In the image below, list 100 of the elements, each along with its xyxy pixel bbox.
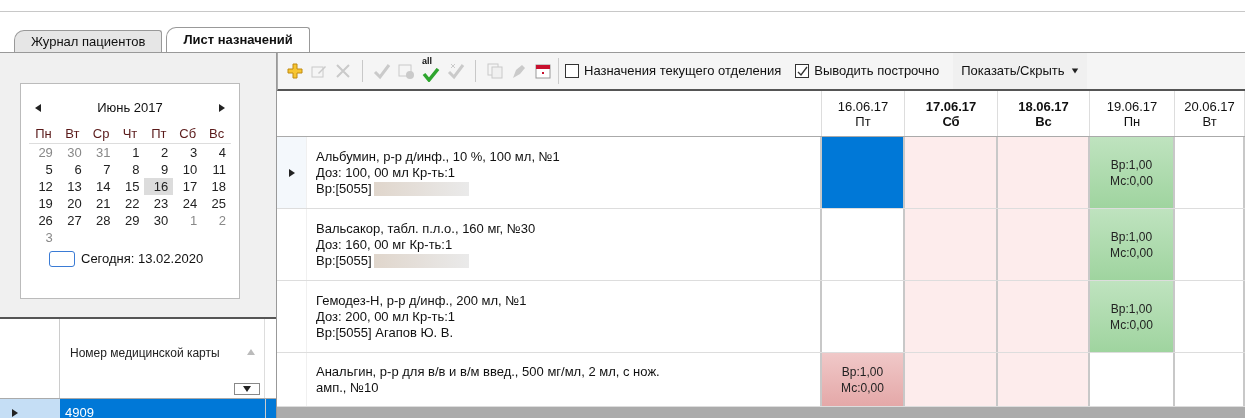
date-column-header[interactable]: 17.06.17 Сб xyxy=(905,91,998,136)
tab[interactable]: Лист назначений xyxy=(166,27,310,52)
caret-icon xyxy=(1070,67,1079,75)
schedule-cell[interactable] xyxy=(998,281,1090,352)
calendar-day[interactable]: 2 xyxy=(202,212,231,229)
prescription-text: Вр:[5055] Агапов Ю. В. xyxy=(316,324,454,341)
calendar-day[interactable]: 29 xyxy=(29,144,58,161)
calendar-day[interactable]: 10 xyxy=(173,161,203,178)
table-cell[interactable]: 4909 xyxy=(60,399,265,418)
calendar-day[interactable]: 21 xyxy=(86,195,116,212)
schedule-cell[interactable] xyxy=(998,209,1090,280)
weekday-label: Сб xyxy=(178,124,198,143)
calendar-day[interactable]: 14 xyxy=(86,178,116,195)
date-column-header[interactable]: 19.06.17 Пн xyxy=(1090,91,1175,136)
previous-month-icon xyxy=(33,102,43,113)
calendar-day[interactable]: 1 xyxy=(115,144,145,161)
current-row-icon xyxy=(286,167,297,178)
calendar-day[interactable]: 26 xyxy=(29,212,58,229)
calendar-day[interactable]: 17 xyxy=(173,178,203,195)
dose-text: Мс:0,00 xyxy=(1110,316,1153,333)
prescription-text: Вр:[5055] xyxy=(316,252,372,269)
weekday-label: Чт xyxy=(121,124,139,143)
show-hide-dropdown[interactable]: Показать/Скрыть xyxy=(953,53,1087,89)
calendar-day[interactable]: 16 xyxy=(144,178,174,195)
schedule-cell[interactable] xyxy=(905,209,998,280)
weekday-label: Ср xyxy=(91,124,111,143)
date-column-header[interactable]: 18.06.17 Вс xyxy=(998,91,1090,136)
calendar-day[interactable]: 1 xyxy=(173,212,203,229)
dose-text: Мс:0,00 xyxy=(1110,244,1153,261)
schedule-cell[interactable] xyxy=(998,137,1090,208)
date-column-header[interactable]: 16.06.17 Пт xyxy=(822,91,905,136)
sort-icon xyxy=(246,347,256,357)
calendar-day[interactable]: 24 xyxy=(173,195,203,212)
calendar-day[interactable]: 3 xyxy=(173,144,203,161)
calendar-day[interactable]: 20 xyxy=(57,195,87,212)
calendar-day[interactable]: 27 xyxy=(57,212,87,229)
weekday-label: Пт xyxy=(150,124,168,143)
column-header[interactable]: Номер медицинской карты xyxy=(70,345,234,361)
calendar-day[interactable]: 22 xyxy=(115,195,145,212)
calendar-day[interactable]: 25 xyxy=(202,195,231,212)
calendar-day[interactable]: 4 xyxy=(202,144,231,161)
calendar-day[interactable]: 3 xyxy=(29,229,58,246)
schedule-cell[interactable]: Вр:1,00 Мс:0,00 xyxy=(1090,209,1175,280)
schedule-cell[interactable] xyxy=(905,137,998,208)
calendar-day[interactable]: 12 xyxy=(29,178,58,195)
tab[interactable]: Журнал пациентов xyxy=(14,30,163,52)
weekday-label: Вт xyxy=(64,124,81,143)
calendar-day[interactable]: 19 xyxy=(29,195,58,212)
calendar-day[interactable]: 6 xyxy=(57,161,87,178)
schedule-cell[interactable]: Вр:1,00 Мс:0,00 xyxy=(1090,281,1175,352)
dose-text: Вр:1,00 xyxy=(841,363,884,380)
filter-dropdown-button[interactable] xyxy=(234,383,260,395)
calendar-day[interactable]: 5 xyxy=(29,161,58,178)
weekday-label: Пн xyxy=(34,124,53,143)
schedule-cell[interactable]: Вр:1,00 Мс:0,00 xyxy=(1090,137,1175,208)
schedule-cell[interactable] xyxy=(905,281,998,352)
weekday-label: Вс xyxy=(208,124,226,143)
prescription-text: Вальсакор, табл. п.л.о., 160 мг, №30 xyxy=(316,220,536,237)
calendar-day[interactable]: 18 xyxy=(202,178,231,195)
checkbox-label[interactable]: Назначения текущего отделения xyxy=(584,61,782,81)
calendar-day[interactable]: 31 xyxy=(86,144,116,161)
calendar-day[interactable]: 30 xyxy=(57,144,87,161)
current-row-icon xyxy=(10,408,20,418)
prescription-text: Доз: 160, 00 мг Кр-ть:1 xyxy=(316,236,453,253)
dose-text: Вр:1,00 xyxy=(1110,300,1153,317)
dose-text: Мс:0,00 xyxy=(841,379,884,396)
calendar-day[interactable]: 7 xyxy=(86,161,116,178)
dose-text: Мс:0,00 xyxy=(1110,172,1153,189)
prescription-text: Анальгин, р-р для в/в и в/м введ., 500 мг/мл, 2 мл, с нож. xyxy=(316,363,660,380)
next-month-icon xyxy=(217,102,227,113)
calendar-icon[interactable] xyxy=(534,62,552,80)
today-marker-icon xyxy=(49,250,75,267)
calendar-day[interactable]: 2 xyxy=(144,144,174,161)
checkbox[interactable] xyxy=(565,64,579,78)
prescription-text: Вр:[5055] xyxy=(316,180,372,197)
calendar-day[interactable]: 30 xyxy=(144,212,174,229)
month-title: Июнь 2017 xyxy=(97,99,163,117)
calendar-day[interactable]: 9 xyxy=(144,161,174,178)
checkbox[interactable] xyxy=(795,64,810,78)
calendar-day[interactable]: 11 xyxy=(202,161,231,178)
dose-text: Вр:1,00 xyxy=(1110,156,1153,173)
caret-icon xyxy=(242,384,252,394)
schedule-cell[interactable] xyxy=(905,353,998,406)
prescription-text: Альбумин, р-р д/инф., 10 %, 100 мл, №1 xyxy=(316,148,560,165)
checkbox-label[interactable]: Выводить построчно xyxy=(814,61,940,81)
schedule-cell[interactable] xyxy=(822,137,905,208)
calendar-day[interactable]: 8 xyxy=(115,161,145,178)
calendar-day[interactable]: 29 xyxy=(115,212,145,229)
calendar-day[interactable]: 23 xyxy=(144,195,174,212)
date-column-header[interactable]: 20.06.17 Вт xyxy=(1175,91,1245,136)
schedule-cell[interactable]: Вр:1,00 Мс:0,00 xyxy=(822,353,905,406)
calendar-day[interactable]: 15 xyxy=(115,178,145,195)
prescription-text: Доз: 200, 00 мл Кр-ть:1 xyxy=(316,308,456,325)
schedule-cell[interactable] xyxy=(998,353,1090,406)
calendar-day[interactable]: 13 xyxy=(57,178,87,195)
prescription-text: Гемодез-Н, р-р д/инф., 200 мл, №1 xyxy=(316,292,527,309)
today-link[interactable]: Сегодня: 13.02.2020 xyxy=(81,249,204,269)
plus-icon[interactable] xyxy=(286,62,304,80)
calendar-day[interactable]: 28 xyxy=(86,212,116,229)
prescription-cell[interactable]: Альбумин, р-р д/инф., 10 %, 100 мл, №1 Доз: 100, 00 мл Кр-ть:1 Вр:[5055] xyxy=(277,137,822,208)
